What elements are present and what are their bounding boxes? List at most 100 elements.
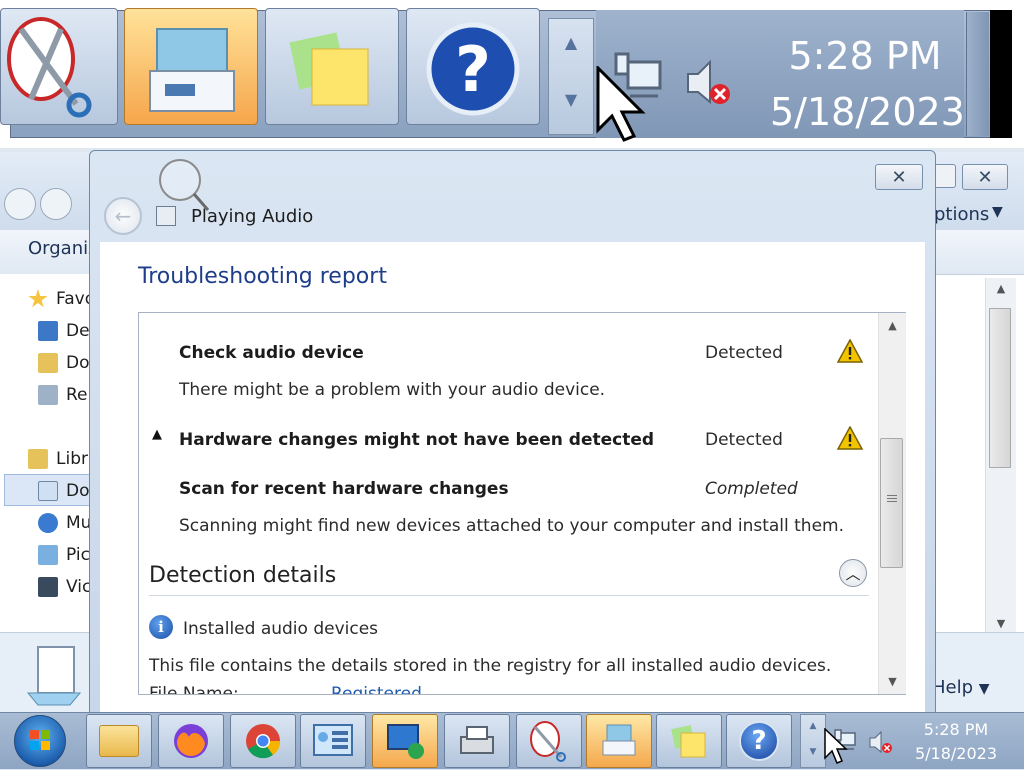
documents-icon [38, 481, 58, 501]
row-check-audio-status: Detected [705, 343, 783, 363]
back-arrow-icon[interactable] [4, 188, 36, 220]
desktop-icon [38, 321, 58, 341]
row-scan-title[interactable]: Scan for recent hardware changes [179, 479, 509, 499]
nav-label: De [66, 321, 90, 341]
nav-label: Do [66, 481, 90, 501]
folder-icon [38, 353, 58, 373]
chevron-up-icon: ︿ [845, 564, 861, 583]
file-name-value[interactable]: Registered [331, 684, 422, 694]
pictures-icon [38, 545, 58, 565]
music-icon [38, 513, 58, 533]
nav-videos[interactable]: Vic [38, 576, 91, 598]
clock-time: 5:28 PM [923, 720, 989, 739]
libraries-icon [28, 449, 48, 469]
options-menu[interactable]: ptions [934, 204, 989, 225]
taskbar-sticky-notes-button[interactable] [656, 714, 722, 768]
mag-sticky-notes-button[interactable] [265, 8, 399, 125]
mag-explorer-button[interactable] [124, 8, 258, 125]
mag-taskbar-scroll[interactable]: ▲ ▼ [548, 18, 594, 135]
installed-devices-desc: This file contains the details stored in… [149, 656, 832, 676]
clock-date: 5/18/2023 [914, 744, 998, 763]
taskbar-fax-scan-button[interactable] [444, 714, 510, 768]
taskbar-snipping-tool-button[interactable] [516, 714, 582, 768]
expand-arrow-icon[interactable]: ▲ [152, 427, 162, 442]
mag-edge [990, 10, 1012, 138]
taskbar-clock[interactable]: 5:28 PM 5/18/2023 [906, 718, 1006, 766]
explorer-icon [149, 28, 235, 112]
report-list: Check audio device Detected There might … [138, 312, 906, 695]
taskbar-help-button[interactable]: ? [726, 714, 792, 768]
taskbar-scroll[interactable]: ▲ ▼ [800, 714, 826, 768]
options-dropdown-icon[interactable]: ▼ [992, 204, 1003, 220]
row-scan-status: Completed [705, 479, 798, 499]
taskbar-remote-desktop-button[interactable] [372, 714, 438, 768]
back-button[interactable]: ← [104, 197, 142, 235]
nav-music[interactable]: Mu [38, 512, 91, 534]
nav-label: Vic [66, 577, 92, 597]
taskbar-explorer-button[interactable] [86, 714, 152, 768]
taskbar-firefox-button[interactable] [158, 714, 224, 768]
forward-arrow-icon[interactable] [40, 188, 72, 220]
info-icon: i [149, 615, 173, 639]
report-scroll-thumb[interactable] [880, 438, 903, 568]
help-icon: ? [739, 721, 779, 761]
taskbar-chrome-button[interactable] [230, 714, 296, 768]
row-hardware-status: Detected [705, 430, 783, 450]
printer-icon [460, 726, 494, 754]
installed-devices-label[interactable]: Installed audio devices [183, 619, 378, 639]
folder-icon [99, 725, 139, 757]
explorer-scrollbar[interactable]: ▲ ▼ [985, 278, 1016, 634]
scroll-down-icon: ▼ [996, 617, 1006, 630]
scissors-icon [7, 17, 92, 118]
mag-clock[interactable]: 5:28 PM 5/18/2023 [770, 28, 965, 140]
nav-pictures[interactable]: Pic [38, 544, 90, 566]
mag-show-desktop[interactable] [966, 12, 989, 136]
row-hardware-title[interactable]: Hardware changes might not have been det… [179, 430, 654, 450]
volume-muted-icon[interactable] [684, 58, 734, 108]
close-button[interactable]: ✕ [875, 164, 923, 190]
close-icon: ✕ [891, 166, 907, 188]
document-icon [26, 646, 82, 706]
scroll-thumb[interactable] [989, 308, 1011, 468]
mag-help-button[interactable]: ? [406, 8, 540, 125]
scroll-up-icon: ▲ [564, 33, 578, 52]
help-icon: ? [426, 22, 520, 116]
warning-icon [837, 339, 863, 363]
grip-icon [886, 495, 897, 496]
scroll-up-icon: ▲ [888, 319, 897, 332]
explorer-close-button[interactable]: ✕ [962, 164, 1008, 190]
nav-favorites[interactable]: Favo [28, 288, 95, 310]
row-check-audio-desc: There might be a problem with your audio… [179, 380, 606, 400]
detection-details-heading: Detection details [149, 563, 337, 588]
warning-icon [837, 426, 863, 450]
magnifier-glass-icon [159, 159, 210, 211]
mag-cursor-icon [596, 66, 646, 142]
control-panel-icon [313, 724, 353, 756]
windows-logo-icon [30, 730, 50, 750]
taskbar-explorer-2-button[interactable] [586, 714, 652, 768]
file-name-label: File Name: [149, 684, 239, 695]
nav-desktop[interactable]: De [38, 320, 90, 342]
nav-downloads[interactable]: Do [38, 352, 90, 374]
help-label: Help [932, 677, 974, 698]
nav-libraries[interactable]: Libra [28, 448, 98, 470]
mag-clock-date: 5/18/2023 [770, 90, 965, 134]
report-heading: Troubleshooting report [138, 264, 387, 289]
organize-menu[interactable]: Organiz [28, 238, 98, 259]
svg-text:?: ? [455, 33, 491, 106]
help-menu[interactable]: Help ▼ [932, 677, 990, 698]
row-check-audio-title[interactable]: Check audio device [179, 343, 364, 363]
nav-documents[interactable]: Do [38, 480, 90, 502]
back-arrow-icon: ← [114, 204, 132, 228]
mag-snipping-tool-button[interactable] [0, 8, 118, 125]
videos-icon [38, 577, 58, 597]
start-button[interactable] [14, 715, 66, 767]
row-scan-desc: Scanning might find new devices attached… [179, 516, 845, 536]
explorer-icon [602, 724, 636, 756]
volume-muted-icon[interactable] [868, 730, 894, 756]
nav-recent[interactable]: Re [38, 384, 88, 406]
star-icon [28, 289, 48, 308]
taskbar-control-panel-button[interactable] [300, 714, 366, 768]
chrome-icon [246, 724, 281, 759]
collapse-button[interactable]: ︿ [839, 559, 867, 587]
